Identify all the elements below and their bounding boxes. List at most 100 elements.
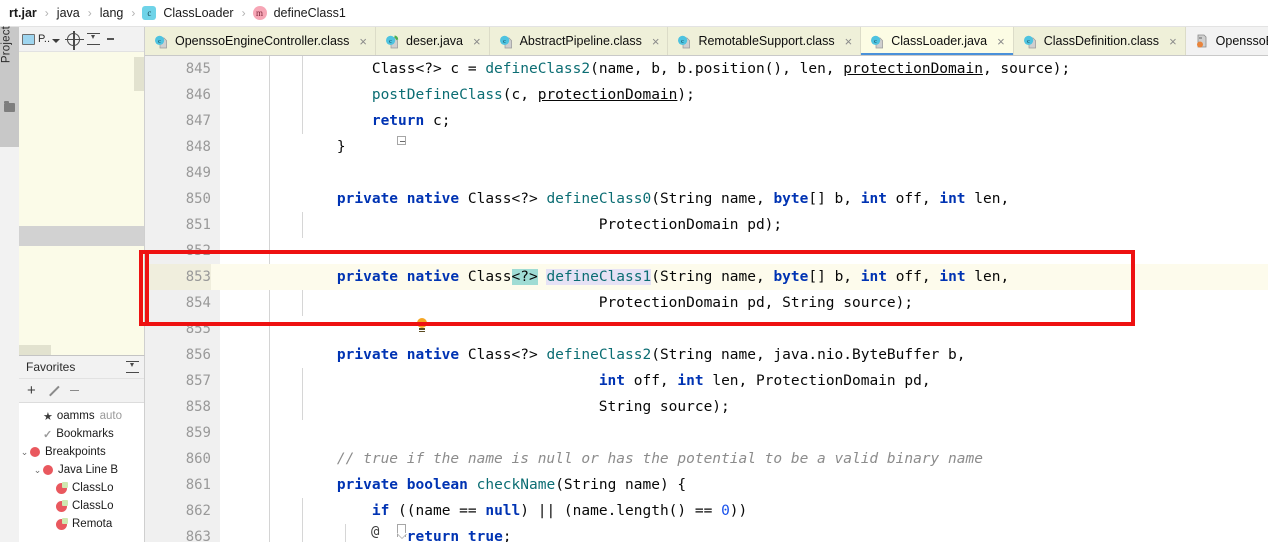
add-favorite-button[interactable]: +	[27, 383, 36, 398]
line-number[interactable]: 855	[145, 316, 211, 342]
breakpoint-icon	[43, 465, 53, 475]
breadcrumb: rt.jar › java › lang › c ClassLoader › m defineCla…	[0, 0, 1268, 27]
close-icon[interactable]: ×	[359, 35, 367, 48]
code-token: [] b,	[808, 191, 861, 207]
chevron-down-icon[interactable]: ⌄	[19, 447, 30, 458]
breadcrumb-item-defineclass1[interactable]: m defineClass1	[252, 6, 348, 20]
code-token: defineClass2	[485, 61, 591, 77]
favorites-tree-row[interactable]: ClassLo	[19, 497, 144, 515]
close-icon[interactable]: ×	[845, 35, 853, 48]
close-icon[interactable]: ×	[997, 35, 1005, 48]
close-icon[interactable]: ×	[652, 35, 660, 48]
line-number[interactable]: 857	[145, 368, 211, 394]
chevron-down-icon[interactable]: ⌄	[32, 465, 43, 476]
line-number[interactable]: 859	[145, 420, 211, 446]
remove-favorite-button[interactable]	[69, 389, 79, 392]
code-line[interactable]: 856 private native Class<?> defineClass2…	[145, 342, 1268, 368]
code-token: defineClass2	[546, 347, 652, 363]
collapse-all-icon[interactable]	[126, 360, 139, 374]
favorites-tree-row[interactable]: ClassLo	[19, 479, 144, 497]
code-line[interactable]: 849	[145, 160, 1268, 186]
code-token: private boolean	[336, 477, 468, 493]
tool-strip-project-label[interactable]: Project	[1, 19, 20, 71]
code-line[interactable]: 850 private native Class<?> defineClass0…	[145, 186, 1268, 212]
line-number[interactable]: 856	[145, 342, 211, 368]
close-icon[interactable]: ×	[1169, 35, 1177, 48]
breadcrumb-item-classloader[interactable]: c ClassLoader	[141, 6, 235, 20]
code-line-text: ProtectionDomain pd);	[302, 212, 782, 238]
line-number[interactable]: 852	[145, 238, 211, 264]
breadcrumb-separator: ›	[241, 5, 246, 20]
editor-tab-abstractpipeline-class[interactable]: c AbstractPipeline.class ×	[489, 27, 669, 55]
line-number[interactable]: 853	[145, 264, 211, 290]
line-number[interactable]: 850	[145, 186, 211, 212]
code-line[interactable]: 848 }	[145, 134, 1268, 160]
code-line[interactable]: 860 // true if the name is null or has t…	[145, 446, 1268, 472]
breadcrumb-item-java[interactable]: java	[55, 6, 82, 20]
code-line[interactable]: 852	[145, 238, 1268, 264]
line-number[interactable]: 851	[145, 212, 211, 238]
edit-icon[interactable]	[47, 385, 59, 397]
line-number[interactable]: 862	[145, 498, 211, 524]
close-icon[interactable]: ×	[473, 35, 481, 48]
line-number[interactable]: 863	[145, 524, 211, 542]
line-number[interactable]: 845	[145, 56, 211, 82]
line-number[interactable]: 846	[145, 82, 211, 108]
code-token: private native	[336, 347, 460, 363]
code-line[interactable]: 851 ProtectionDomain pd);	[145, 212, 1268, 238]
code-line[interactable]: 857 int off, int len, ProtectionDomain p…	[145, 368, 1268, 394]
code-line[interactable]: 847 return c;	[145, 108, 1268, 134]
editor-tab-openssoenginecontroller-class[interactable]: c OpenssoEngineController.class ×	[145, 27, 376, 55]
code-line[interactable]: 845 Class<?> c = defineClass2(name, b, b…	[145, 56, 1268, 82]
editor-tab-classdefinition-class[interactable]: c ClassDefinition.class ×	[1013, 27, 1186, 55]
editor-tab-classloader-java[interactable]: c ClassLoader.java ×	[861, 27, 1014, 55]
code-token: [] b,	[808, 269, 861, 285]
code-token: int	[939, 191, 966, 207]
code-line[interactable]: 861 private boolean checkName(String nam…	[145, 472, 1268, 498]
line-number[interactable]: 854	[145, 290, 211, 316]
favorites-tree-row[interactable]: Remota	[19, 515, 144, 533]
code-line[interactable]: 859	[145, 420, 1268, 446]
code-line[interactable]: 846 postDefineClass(c, protectionDomain)…	[145, 82, 1268, 108]
favorites-tree-row[interactable]: ★ oamms auto	[19, 407, 144, 425]
code-fold-marker[interactable]	[397, 524, 407, 539]
favorites-tree-row[interactable]: ⌄ Breakpoints	[19, 443, 144, 461]
line-number[interactable]: 858	[145, 394, 211, 420]
collapse-all-button[interactable]	[87, 32, 101, 46]
code-token: byte	[773, 191, 809, 207]
breadcrumb-item-lang[interactable]: lang	[98, 6, 126, 20]
code-line[interactable]: 855	[145, 316, 1268, 342]
editor-tab-deser-java[interactable]: c deser.java ×	[376, 27, 490, 55]
breadcrumb-label: lang	[99, 6, 124, 20]
code-line[interactable]: 853 private native Class<?> defineClass1…	[145, 264, 1268, 290]
line-number[interactable]: 848	[145, 134, 211, 160]
code-line[interactable]: 858 String source);	[145, 394, 1268, 420]
indent-guide	[302, 498, 303, 542]
favorites-tree-row[interactable]: ⌄ Java Line B	[19, 461, 144, 479]
more-options-button[interactable]	[107, 38, 115, 40]
code-line[interactable]: 854 ProtectionDomain pd, String source);	[145, 290, 1268, 316]
favorites-tree[interactable]: ★ oamms auto ✓ Bookmarks ⌄ Breakpoints ⌄ Java Li…	[19, 403, 144, 533]
locate-button[interactable]	[65, 30, 85, 50]
code-line-text: postDefineClass(c, protectionDomain);	[302, 82, 695, 108]
code-line[interactable]: 862 if ((name == null) || (name.length()…	[145, 498, 1268, 524]
project-view-label: P..	[38, 33, 51, 45]
line-number[interactable]: 847	[145, 108, 211, 134]
project-tree[interactable]	[19, 52, 144, 355]
code-line-text: private native Class<?> defineClass0(Str…	[302, 186, 1009, 212]
project-view-selector[interactable]: P..	[22, 33, 61, 45]
code-fold-marker[interactable]	[397, 136, 406, 145]
intention-bulb-icon[interactable]	[416, 318, 428, 333]
project-scrollbar-thumb[interactable]	[134, 57, 144, 91]
code-editor[interactable]: 845 Class<?> c = defineClass2(name, b, b…	[145, 56, 1268, 542]
line-number[interactable]: 860	[145, 446, 211, 472]
code-line[interactable]: 863 return true;	[145, 524, 1268, 542]
editor-tab-openssoengin[interactable]: OpenssoEngin	[1185, 27, 1268, 55]
line-number[interactable]: 849	[145, 160, 211, 186]
line-number[interactable]: 861	[145, 472, 211, 498]
favorites-tree-row[interactable]: ✓ Bookmarks	[19, 425, 144, 443]
favorites-tree-label: Breakpoints	[45, 446, 106, 458]
editor-tab-remotablesupport-class[interactable]: c RemotableSupport.class ×	[668, 27, 862, 55]
